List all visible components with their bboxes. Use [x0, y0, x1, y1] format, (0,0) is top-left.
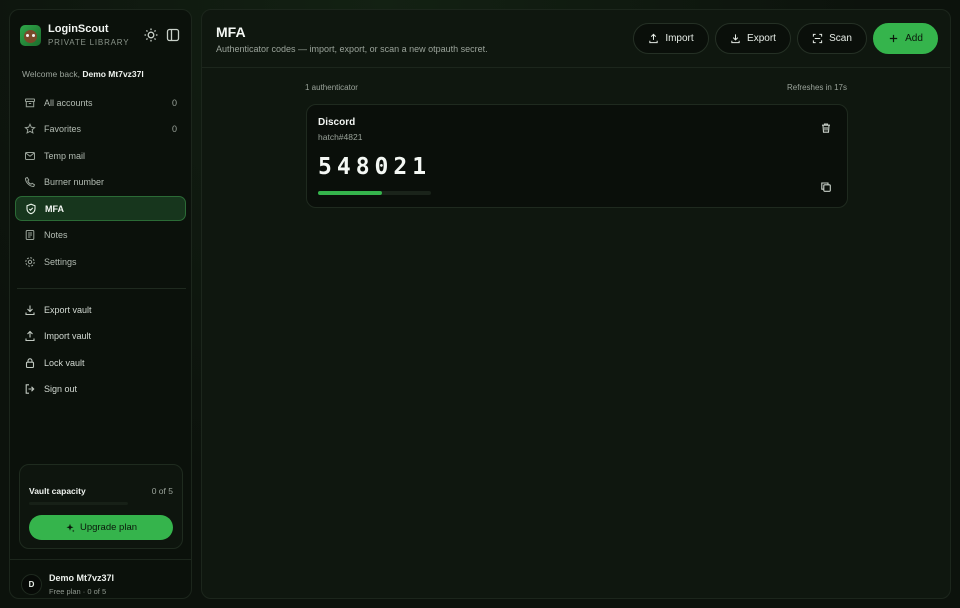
sidebar-item-favorites[interactable]: Favorites 0	[15, 117, 186, 142]
capacity-bar	[29, 502, 128, 505]
sidebar-divider	[17, 288, 186, 289]
copy-icon[interactable]	[820, 180, 832, 192]
upgrade-plan-button[interactable]: Upgrade plan	[29, 515, 173, 540]
brand-name: LoginScout	[48, 23, 109, 35]
sidebar-item-temp-mail[interactable]: Temp mail	[15, 143, 186, 168]
action-label: Export vault	[44, 304, 92, 315]
upload-icon	[24, 330, 36, 342]
export-vault-button[interactable]: Export vault	[15, 297, 186, 322]
sign-out-button[interactable]: Sign out	[15, 377, 186, 402]
action-label: Lock vault	[44, 357, 85, 368]
vault-capacity-card: Vault capacity 0 of 5 Upgrade plan	[19, 464, 183, 549]
main-panel: MFA Authenticator codes — import, export…	[201, 9, 951, 599]
sidebar-item-burner-number[interactable]: Burner number	[15, 170, 186, 195]
authenticator-account: hatch#4821	[318, 132, 363, 142]
sparkle-icon	[65, 523, 75, 533]
download-icon	[730, 33, 741, 44]
app-window: LoginScout PRIVATE LIBRARY Welcome back,…	[0, 0, 960, 608]
export-label: Export	[747, 33, 776, 44]
sidebar-item-label: Favorites	[44, 124, 82, 135]
upgrade-label: Upgrade plan	[79, 522, 138, 533]
action-label: Sign out	[44, 384, 78, 394]
sidebar-nav: All accounts 0 Favorites 0 Temp mail Bur…	[15, 90, 186, 276]
sidebar-item-notes[interactable]: Notes	[15, 223, 186, 248]
export-button[interactable]: Export	[715, 23, 791, 54]
refresh-countdown: Refreshes in 17s	[786, 83, 847, 92]
import-button[interactable]: Import	[633, 23, 709, 54]
brand-logo	[20, 25, 41, 46]
authenticator-count: 1 authenticator	[305, 83, 358, 92]
lock-icon	[24, 357, 36, 369]
code-timer-track	[318, 191, 431, 195]
brand-subtitle: PRIVATE LIBRARY	[48, 38, 130, 47]
collapse-sidebar-icon[interactable]	[165, 27, 181, 43]
authenticator-name: Discord	[318, 117, 356, 128]
page-subtitle: Authenticator codes — import, export, or…	[216, 44, 488, 54]
sidebar-footer-divider	[10, 559, 191, 560]
phone-icon	[24, 176, 36, 188]
sidebar-item-label: All accounts	[44, 97, 93, 108]
avatar[interactable]: D	[21, 574, 42, 595]
user-plan: Free plan · 0 of 5	[49, 587, 107, 596]
sidebar-item-all-accounts[interactable]: All accounts 0	[15, 90, 186, 115]
sign-out-icon	[24, 383, 36, 395]
plus-icon	[888, 33, 899, 44]
sidebar-item-count: 0	[171, 97, 177, 108]
import-vault-button[interactable]: Import vault	[15, 324, 186, 349]
scan-label: Scan	[829, 33, 852, 44]
lock-vault-button[interactable]: Lock vault	[15, 350, 186, 375]
action-label: Import vault	[44, 331, 92, 341]
sidebar-item-label: Burner number	[44, 177, 105, 188]
sidebar-item-label: Temp mail	[44, 150, 86, 161]
mail-icon	[24, 150, 36, 162]
sidebar-item-mfa[interactable]: MFA	[15, 196, 186, 222]
import-label: Import	[665, 33, 694, 44]
archive-icon	[24, 97, 36, 109]
user-name: Demo Mt7vz37l	[49, 573, 115, 583]
sidebar-item-label: Notes	[44, 230, 68, 241]
sidebar-item-settings[interactable]: Settings	[15, 250, 186, 275]
shield-icon	[25, 203, 37, 215]
scan-button[interactable]: Scan	[797, 23, 867, 54]
page-title: MFA	[216, 24, 246, 40]
notes-icon	[24, 229, 36, 241]
star-icon	[24, 123, 36, 135]
code-timer-fill	[318, 191, 383, 195]
upload-icon	[648, 33, 659, 44]
capacity-count: 0 of 5	[151, 486, 173, 496]
header-divider	[202, 67, 950, 68]
theme-toggle-icon[interactable]	[143, 27, 159, 43]
sidebar: LoginScout PRIVATE LIBRARY Welcome back,…	[9, 9, 192, 599]
gear-icon	[24, 256, 36, 268]
welcome-text: Welcome back, Demo Mt7vz37l	[22, 69, 144, 79]
capacity-title: Vault capacity	[29, 486, 86, 496]
sidebar-item-label: MFA	[45, 203, 64, 214]
add-label: Add	[905, 33, 923, 44]
trash-icon[interactable]	[820, 121, 832, 133]
sidebar-item-count: 0	[171, 124, 177, 135]
scan-icon	[812, 33, 823, 44]
welcome-prefix: Welcome back,	[22, 69, 80, 79]
authenticator-card: Discord hatch#4821 548021	[306, 104, 848, 208]
vault-actions: Export vault Import vault Lock vault Sig…	[15, 297, 186, 403]
welcome-user: Demo Mt7vz37l	[82, 69, 144, 79]
otp-code[interactable]: 548021	[318, 154, 431, 180]
sidebar-item-label: Settings	[44, 257, 77, 268]
add-button[interactable]: Add	[873, 23, 938, 54]
download-icon	[24, 304, 36, 316]
